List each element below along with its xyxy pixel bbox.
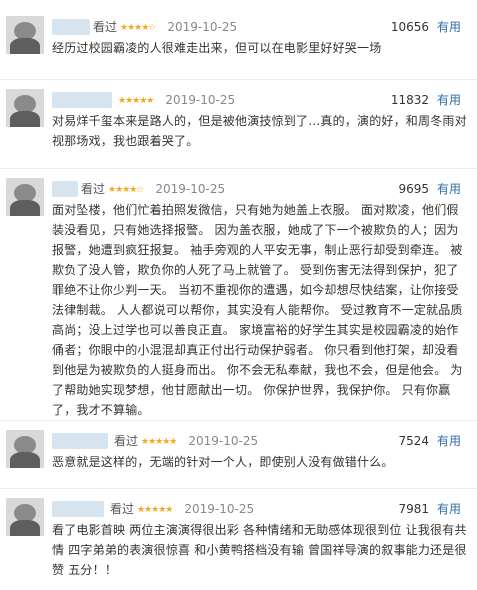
avatar[interactable] [6,178,44,216]
useful-button[interactable]: 有用 [437,432,461,450]
username-blurred[interactable] [52,19,90,35]
review-meta: 看过★★★★★ 2019-10-25 [114,432,258,450]
divider [0,79,477,80]
username-blurred[interactable] [52,433,108,449]
seen-label: 看过 [114,434,139,448]
review-date: 2019-10-25 [165,93,236,107]
divider [0,488,477,489]
review-text: 恶意就是这样的，无端的针对一个人，即使别人没有做错什么。 [52,455,394,469]
seen-label: 看过 [110,502,135,516]
rating-stars-icon: ★★★★★ [118,96,154,106]
rating-stars-icon: ★★★★☆ [108,185,144,195]
seen-label: 看过 [93,20,118,34]
divider [0,168,477,169]
review-date: 2019-10-25 [155,182,226,196]
username-blurred[interactable] [52,181,78,197]
review-text: 经历过校园霸凌的人很难走出来，但可以在电影里好好哭一场 [52,41,382,55]
review-meta: 看过 ★★★★☆ 2019-10-25 [81,180,225,198]
rating-stars-icon: ★★★★☆ [120,23,156,33]
divider [0,420,477,421]
useful-count: 11832 [390,93,429,107]
rating-stars-icon: ★★★★★ [137,505,173,515]
review-meta: 看过 ★★★★☆ 2019-10-25 [93,18,237,36]
seen-label: 看过 [81,182,106,196]
review-date: 2019-10-25 [184,502,255,516]
avatar[interactable] [6,430,44,468]
avatar[interactable] [6,16,44,54]
review-date: 2019-10-25 [188,434,259,448]
useful-button[interactable]: 有用 [437,18,461,36]
useful-count: 9695 [398,182,429,196]
username-blurred[interactable] [52,92,112,108]
useful-count: 10656 [390,20,429,34]
useful-count: 7524 [398,434,429,448]
avatar[interactable] [6,89,44,127]
useful-button[interactable]: 有用 [437,180,461,198]
review-meta: 看过★★★★★ 2019-10-25 [110,500,254,518]
review-text: 对易烊千玺本来是路人的，但是被他演技惊到了…真的，演的好，和周冬雨对视那场戏，我… [52,114,467,148]
useful-button[interactable]: 有用 [437,500,461,518]
rating-stars-icon: ★★★★★ [141,437,177,447]
review-text: 面对坠楼，他们忙着拍照发微信，只有她为她盖上衣服。 面对欺凌，他们假装没看见，只… [52,203,463,417]
review-text: 看了电影首映 两位主演演得很出彩 各种情绪和无助感体现很到位 让我很有共情 四字… [52,523,467,577]
username-blurred[interactable] [52,501,104,517]
avatar[interactable] [6,498,44,536]
review-meta: 看过★★★★★2019-10-25 [115,91,235,109]
review-date: 2019-10-25 [167,20,238,34]
useful-count: 7981 [398,502,429,516]
useful-button[interactable]: 有用 [437,91,461,109]
